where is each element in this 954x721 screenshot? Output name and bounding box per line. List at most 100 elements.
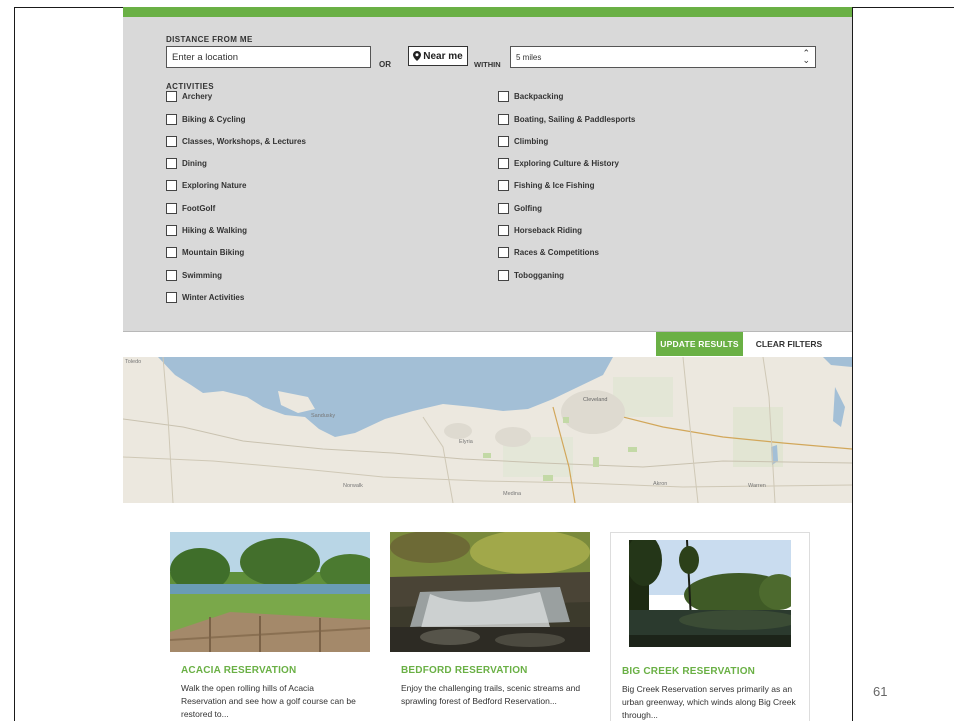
filter-actions: UPDATE RESULTS CLEAR FILTERS [123,332,852,358]
distance-select-value: 5 miles [516,52,542,62]
activity-label: Boating, Sailing & Paddlesports [514,115,636,124]
activity-tobogganing[interactable]: Tobogganing [498,270,564,281]
activity-archery[interactable]: Archery [166,91,212,102]
activity-label: Swimming [182,271,223,280]
activity-fishing[interactable]: Fishing & Ice Fishing [498,180,594,191]
activity-golfing[interactable]: Golfing [498,203,542,214]
checkbox[interactable] [166,136,177,147]
map-label: Sandusky [311,413,335,419]
slide-border-left [14,7,15,721]
slide-border-right [852,7,853,721]
checkbox[interactable] [498,158,509,169]
reservation-card-big-creek[interactable]: BIG CREEK RESERVATION Big Creek Reservat… [610,532,810,721]
activity-winter[interactable]: Winter Activities [166,292,244,303]
activity-culture-history[interactable]: Exploring Culture & History [498,158,619,169]
slide-border-top-right [852,7,954,8]
slide-border-top-left [14,7,123,8]
map-pin-icon [413,51,422,61]
checkbox[interactable] [166,114,177,125]
card-description: Big Creek Reservation serves primarily a… [622,684,796,720]
activity-label: Tobogganing [514,271,565,280]
checkbox[interactable] [498,114,509,125]
near-me-button[interactable]: Near me [408,46,468,66]
checkbox[interactable] [166,247,177,258]
card-title[interactable]: ACACIA RESERVATION [181,665,296,676]
activity-footgolf[interactable]: FootGolf [166,203,215,214]
activity-label: Dining [182,159,207,168]
card-photo [170,532,370,652]
activity-label: Golfing [514,204,542,213]
activity-label: Exploring Culture & History [514,159,619,168]
checkbox[interactable] [166,180,177,191]
activity-label: Mountain Biking [182,248,245,257]
activity-label: Classes, Workshops, & Lectures [182,137,306,146]
activity-label: Winter Activities [182,293,245,302]
checkbox[interactable] [498,203,509,214]
activity-label: Archery [182,92,213,101]
map-label: Warren [748,483,766,489]
embedded-webpage: DISTANCE FROM ME OR Near me WITHIN 5 mil… [123,7,852,721]
activity-label: Horseback Riding [514,226,583,235]
checkbox[interactable] [498,225,509,236]
map-label: Akron [653,481,667,487]
activity-mountain-biking[interactable]: Mountain Biking [166,247,244,258]
within-label: WITHIN [474,60,501,69]
activity-hiking[interactable]: Hiking & Walking [166,225,247,236]
checkbox[interactable] [498,180,509,191]
activity-climbing[interactable]: Climbing [498,136,548,147]
map-label: Medina [503,491,522,497]
clear-filters-button[interactable]: CLEAR FILTERS [751,332,827,356]
activity-swimming[interactable]: Swimming [166,270,222,281]
checkbox[interactable] [498,91,509,102]
card-title[interactable]: BEDFORD RESERVATION [401,665,528,676]
map-view[interactable]: Toledo Sandusky Elyria Cleveland Akron W… [123,357,852,503]
card-description: Enjoy the challenging trails, scenic str… [401,683,581,706]
near-me-label: Near me [423,50,463,62]
card-description: Walk the open rolling hills of Acacia Re… [181,683,356,719]
card-photo [390,532,590,652]
updown-chevron-icon: ⌃ ⌄ [802,48,810,65]
activity-exploring-nature[interactable]: Exploring Nature [166,180,246,191]
or-label: OR [379,60,391,69]
activity-label: Biking & Cycling [182,115,246,124]
header-accent-bar [123,7,852,17]
activity-biking[interactable]: Biking & Cycling [166,114,246,125]
filter-panel: DISTANCE FROM ME OR Near me WITHIN 5 mil… [123,17,852,332]
checkbox[interactable] [166,91,177,102]
activity-boating[interactable]: Boating, Sailing & Paddlesports [498,114,635,125]
reservation-cards: ACACIA RESERVATION Walk the open rolling… [123,532,852,721]
card-photo [629,540,791,647]
distance-label: DISTANCE FROM ME [166,35,253,44]
location-input[interactable] [166,46,371,68]
map-label: Elyria [459,439,474,445]
activity-label: Backpacking [514,92,564,101]
reservation-card-bedford[interactable]: BEDFORD RESERVATION Enjoy the challengin… [390,532,590,721]
checkbox[interactable] [166,225,177,236]
update-results-button[interactable]: UPDATE RESULTS [656,332,743,356]
activity-backpacking[interactable]: Backpacking [498,91,563,102]
activity-label: Fishing & Ice Fishing [514,181,595,190]
activity-dining[interactable]: Dining [166,158,207,169]
checkbox[interactable] [498,136,509,147]
activity-classes[interactable]: Classes, Workshops, & Lectures [166,136,306,147]
map-label: Cleveland [583,397,607,403]
activity-label: Races & Competitions [514,248,599,257]
map-label: Toledo [125,359,141,365]
checkbox[interactable] [498,270,509,281]
activity-label: FootGolf [182,204,216,213]
checkbox[interactable] [166,203,177,214]
activity-horseback[interactable]: Horseback Riding [498,225,582,236]
slide-page-number: 61 [873,684,888,699]
card-title[interactable]: BIG CREEK RESERVATION [622,666,755,677]
distance-select[interactable]: 5 miles ⌃ ⌄ [510,46,816,68]
map-label: Norwalk [343,483,363,489]
activity-label: Climbing [514,137,549,146]
checkbox[interactable] [166,270,177,281]
activities-label: ACTIVITIES [166,82,215,91]
activity-races[interactable]: Races & Competitions [498,247,599,258]
checkbox[interactable] [498,247,509,258]
reservation-card-acacia[interactable]: ACACIA RESERVATION Walk the open rolling… [170,532,370,721]
activity-label: Hiking & Walking [182,226,248,235]
checkbox[interactable] [166,292,177,303]
checkbox[interactable] [166,158,177,169]
